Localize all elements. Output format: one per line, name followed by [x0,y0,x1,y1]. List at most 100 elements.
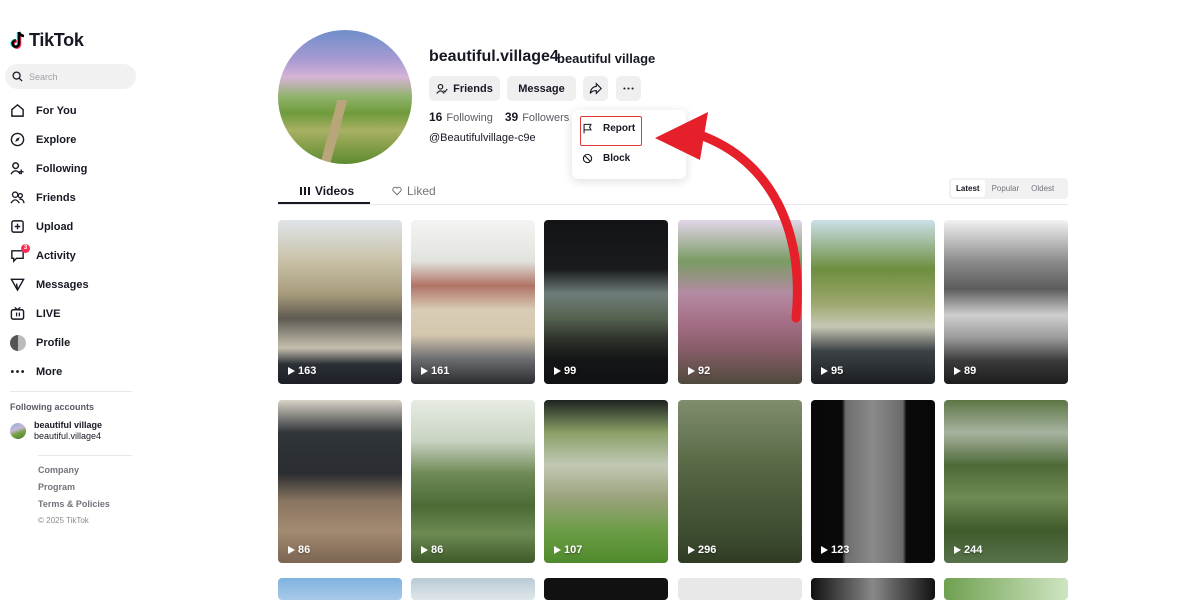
view-count-value: 244 [964,544,983,556]
following-label: Following [446,112,493,124]
view-count-value: 86 [431,544,444,556]
following-stat[interactable]: 16 Following [429,110,493,124]
view-count: 86 [288,544,310,556]
profile-handle: @Beautifulvillage-c9e [429,132,536,144]
message-button-label: Message [518,82,565,95]
heart-outline-icon [392,186,402,196]
video-thumbnail[interactable]: 163 [278,220,402,384]
sort-latest[interactable]: Latest [951,180,985,197]
sidebar-item-live[interactable]: LIVE [9,299,139,328]
view-count: 244 [954,544,982,556]
tab-liked[interactable]: Liked [392,184,436,198]
play-icon [554,546,561,554]
friends-button[interactable]: Friends [429,76,500,101]
notification-badge: 3 [21,244,30,253]
view-count: 161 [421,365,449,377]
sidebar-item-friends[interactable]: Friends [9,183,139,212]
view-count: 107 [554,544,582,556]
sidebar-item-following[interactable]: Following [9,154,139,183]
sidebar-item-profile[interactable]: Profile [9,328,139,357]
video-thumbnail[interactable]: 86 [411,400,535,563]
profile-avatar-icon [9,334,26,351]
view-count-value: 89 [964,365,977,377]
sort-oldest[interactable]: Oldest [1026,180,1059,197]
video-thumbnail[interactable]: 296 [678,400,802,563]
play-icon [954,367,961,375]
activity-icon: 3 [9,244,30,264]
view-count: 99 [554,365,576,377]
video-thumbnail[interactable]: 95 [811,220,935,384]
view-count-value: 92 [698,365,711,377]
sidebar-item-label: Messages [36,278,89,291]
sidebar-item-label: Friends [36,191,76,204]
video-thumbnail[interactable]: 86 [278,400,402,563]
footer-terms-link[interactable]: Terms & Policies [38,499,110,516]
following-account-item[interactable]: beautiful village beautiful.village4 [10,420,102,442]
followers-count: 39 [504,110,519,124]
view-count: 95 [821,365,843,377]
video-thumbnail[interactable] [411,578,535,600]
tiktok-logo[interactable]: TikTok [10,30,84,51]
view-count: 123 [821,544,849,556]
avatar [10,423,26,439]
play-icon [821,546,828,554]
upload-icon [9,218,26,235]
video-thumbnail[interactable] [811,578,935,600]
play-icon [288,367,295,375]
following-count: 16 [429,110,443,124]
video-thumbnail[interactable]: 89 [944,220,1068,384]
sidebar-nav: For You Explore Following Friends Upload… [9,96,139,386]
sort-popular[interactable]: Popular [987,180,1025,197]
video-thumbnail[interactable]: 107 [544,400,668,563]
footer-company-link[interactable]: Company [38,465,110,482]
view-count-value: 99 [564,365,577,377]
sort-toggle: Latest Popular Oldest [949,178,1068,199]
video-thumbnail[interactable] [678,578,802,600]
block-icon [582,153,593,164]
sidebar-item-messages[interactable]: Messages [9,270,139,299]
followers-stat[interactable]: 39 Followers [505,110,569,124]
sidebar-item-for-you[interactable]: For You [9,96,139,125]
following-account-names: beautiful village beautiful.village4 [34,420,102,442]
more-icon [9,363,26,380]
video-thumbnail[interactable]: 244 [944,400,1068,563]
video-thumbnail[interactable]: 123 [811,400,935,563]
sidebar-item-label: More [36,365,63,378]
search-input[interactable]: Search [5,64,136,89]
ellipsis-icon [623,87,634,90]
more-options-button[interactable] [616,76,641,101]
followers-label: Followers [522,112,570,124]
tab-label: Liked [407,184,436,198]
compass-icon [9,131,26,148]
live-icon [9,305,26,322]
sidebar-item-upload[interactable]: Upload [9,212,139,241]
sidebar-item-more[interactable]: More [9,357,139,386]
view-count-value: 86 [298,544,311,556]
message-button[interactable]: Message [507,76,576,101]
video-thumbnail[interactable] [278,578,402,600]
tab-videos[interactable]: Videos [300,184,354,198]
view-count-value: 123 [831,544,850,556]
sidebar-item-explore[interactable]: Explore [9,125,139,154]
following-account-name: beautiful village [34,420,103,430]
menu-item-block[interactable]: Block [582,153,630,164]
video-thumbnail[interactable]: 161 [411,220,535,384]
share-icon [589,82,602,95]
play-icon [821,367,828,375]
share-button[interactable] [583,76,608,101]
report-highlight-box [580,116,642,146]
sidebar: TikTok Search For You Explore Following … [0,0,145,600]
video-thumbnail[interactable] [544,578,668,600]
play-icon [554,367,561,375]
view-count-value: 296 [698,544,717,556]
profile-nickname: beautiful village [557,51,656,66]
video-thumbnail[interactable]: 99 [544,220,668,384]
video-thumbnail[interactable]: 92 [678,220,802,384]
sidebar-item-activity[interactable]: 3 Activity [9,241,139,270]
sidebar-divider [38,455,132,456]
footer-program-link[interactable]: Program [38,482,110,499]
video-thumbnail[interactable] [944,578,1068,600]
sidebar-item-label: Explore [36,133,77,146]
view-count-value: 95 [831,365,844,377]
home-icon [9,102,26,119]
